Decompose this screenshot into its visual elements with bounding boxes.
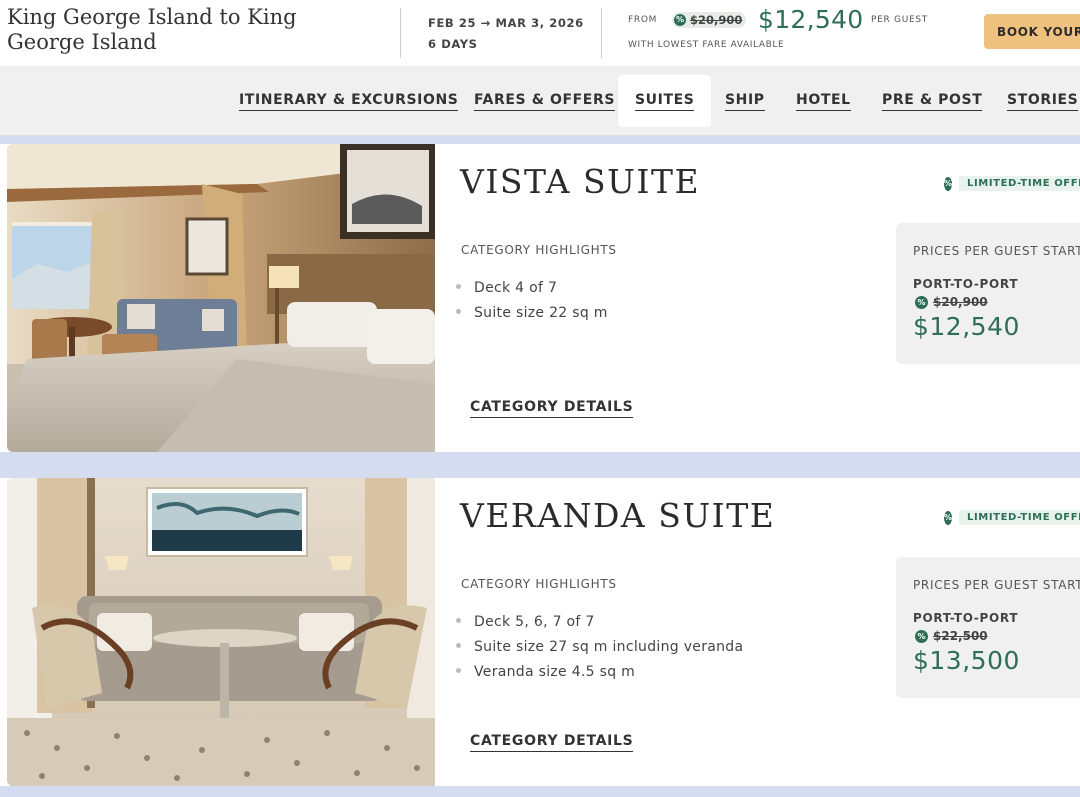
- tab-ship[interactable]: SHIP: [725, 66, 765, 136]
- per-guest-label: PER GUEST: [871, 15, 928, 25]
- discount-badge: % $22,500: [915, 629, 988, 643]
- percent-icon: %: [915, 295, 928, 309]
- list-item: Suite size 22 sq m: [456, 301, 608, 326]
- category-details-link[interactable]: CATEGORY DETAILS: [470, 399, 634, 418]
- tab-suites[interactable]: SUITES: [618, 75, 712, 127]
- tab-label: SHIP: [725, 92, 765, 111]
- tab-label: STORIES: [1007, 92, 1079, 111]
- tab-label: ITINERARY & EXCURSIONS: [239, 92, 459, 111]
- trip-title: King George Island to King George Island: [7, 5, 297, 54]
- price-panel-title: PRICES PER GUEST STARTING: [913, 578, 1080, 592]
- divider: [400, 8, 401, 58]
- trip-dates: FEB 25 → MAR 3, 2026 6 DAYS: [428, 13, 584, 55]
- tab-label: HOTEL: [796, 92, 851, 111]
- current-price: $13,500: [913, 646, 1020, 675]
- highlights-title: CATEGORY HIGHLIGHTS: [461, 243, 617, 257]
- suite-name: VISTA SUITE: [460, 162, 701, 201]
- original-price: $22,500: [933, 629, 988, 643]
- fare-type: PORT-TO-PORT: [913, 277, 1019, 291]
- original-price: $20,900: [933, 295, 988, 309]
- from-label: FROM: [628, 15, 658, 25]
- list-item: Deck 4 of 7: [456, 276, 608, 301]
- list-item: Veranda size 4.5 sq m: [456, 660, 743, 685]
- price-panel: PRICES PER GUEST STARTING PORT-TO-PORT %…: [896, 557, 1080, 698]
- tab-fares[interactable]: FARES & OFFERS: [474, 66, 616, 136]
- highlights-list: Deck 5, 6, 7 of 7 Suite size 27 sq m inc…: [456, 610, 743, 685]
- category-details-link[interactable]: CATEGORY DETAILS: [470, 733, 634, 752]
- tab-label: PRE & POST: [882, 92, 983, 111]
- badge-label: LIMITED-TIME OFFER: [959, 176, 1080, 191]
- tab-label: FARES & OFFERS: [474, 92, 616, 111]
- limited-offer-badge: % LIMITED-TIME OFFER: [944, 175, 1080, 192]
- divider: [601, 8, 602, 58]
- current-price: $12,540: [913, 312, 1020, 341]
- book-button[interactable]: BOOK YOUR: [984, 14, 1080, 49]
- suite-name: VERANDA SUITE: [460, 496, 776, 535]
- suite-card-veranda: VERANDA SUITE % LIMITED-TIME OFFER CATEG…: [0, 478, 1080, 786]
- section-nav: ITINERARY & EXCURSIONS FARES & OFFERS SU…: [0, 66, 1080, 136]
- percent-icon: %: [944, 176, 953, 191]
- suite-photo[interactable]: [7, 144, 435, 452]
- price-panel: PRICES PER GUEST STARTING PORT-TO-PORT %…: [896, 223, 1080, 364]
- trip-header: King George Island to King George Island…: [0, 0, 1080, 66]
- highlights-list: Deck 4 of 7 Suite size 22 sq m: [456, 276, 608, 326]
- percent-icon: %: [944, 510, 953, 525]
- tab-label: SUITES: [635, 92, 695, 111]
- lowest-fare-note: WITH LOWEST FARE AVAILABLE: [628, 40, 785, 50]
- tab-itinerary[interactable]: ITINERARY & EXCURSIONS: [239, 66, 459, 136]
- badge-label: LIMITED-TIME OFFER: [959, 510, 1080, 525]
- discount-badge: % $20,900: [915, 295, 988, 309]
- discount-badge: % $20,900: [672, 12, 747, 28]
- list-item: Suite size 27 sq m including veranda: [456, 635, 743, 660]
- limited-offer-badge: % LIMITED-TIME OFFER: [944, 509, 1080, 526]
- percent-icon: %: [674, 14, 686, 26]
- suite-card-vista: VISTA SUITE % LIMITED-TIME OFFER CATEGOR…: [0, 144, 1080, 452]
- trip-duration: 6 DAYS: [428, 37, 478, 51]
- tab-hotel[interactable]: HOTEL: [796, 66, 851, 136]
- percent-icon: %: [915, 629, 928, 643]
- list-item: Deck 5, 6, 7 of 7: [456, 610, 743, 635]
- original-price: $20,900: [690, 13, 743, 27]
- tab-pre-post[interactable]: PRE & POST: [882, 66, 983, 136]
- suite-photo[interactable]: [7, 478, 435, 786]
- price-panel-title: PRICES PER GUEST STARTING: [913, 244, 1080, 258]
- tab-stories[interactable]: STORIES: [1007, 66, 1079, 136]
- date-range: FEB 25 → MAR 3, 2026: [428, 16, 584, 30]
- current-price: $12,540: [758, 5, 864, 34]
- fare-type: PORT-TO-PORT: [913, 611, 1019, 625]
- highlights-title: CATEGORY HIGHLIGHTS: [461, 577, 617, 591]
